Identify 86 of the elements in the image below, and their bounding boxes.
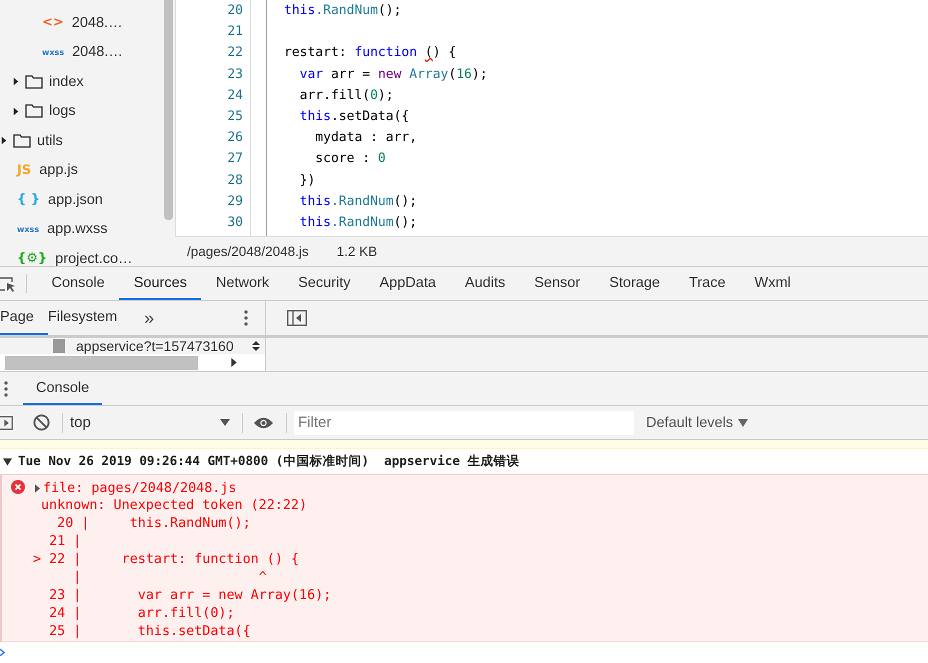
context-dropdown[interactable]: top (70, 414, 230, 431)
code-line: mydata : arr, (314, 130, 418, 146)
filter-field[interactable]: Filter (294, 410, 634, 434)
error-text-line: > 22 | restart: function () { (33, 551, 300, 569)
devtools-tab[interactable]: Audits (450, 267, 520, 300)
error-text-line: 21 | (48, 533, 82, 551)
scrollbar-thumb[interactable] (164, 0, 173, 220)
scroll-right-arrow-icon[interactable] (231, 358, 237, 367)
tree-item[interactable]: app.js (39, 162, 78, 178)
code-line: this.setData({ (298, 108, 410, 124)
devtools-tab[interactable]: AppData (364, 267, 450, 300)
tree-item[interactable]: app.wxss (47, 221, 108, 238)
line-number: 23 (226, 66, 244, 84)
log-levels-dropdown[interactable]: Default levels (640, 414, 754, 432)
code-line: arr.fill(0); (298, 88, 394, 103)
tree-item[interactable]: 2048.… (72, 44, 123, 60)
expand-arrow-icon[interactable] (13, 106, 19, 116)
devtools-tab[interactable]: Storage (594, 267, 674, 300)
code-line: score : 0 (314, 151, 386, 166)
expand-arrow-icon[interactable] (13, 77, 19, 86)
devtools-tab[interactable]: Trace (674, 267, 740, 300)
scrollbar-thumb[interactable] (5, 356, 198, 370)
devtools-tab[interactable]: Security (284, 267, 365, 300)
file-type-icon: wxss (42, 48, 64, 57)
expand-arrow-icon[interactable] (3, 458, 12, 466)
dropdown-arrow-icon (738, 418, 748, 426)
console-prompt-icon[interactable] (0, 648, 5, 656)
line-number: 25 (226, 108, 244, 126)
dropdown-arrow-icon (220, 419, 230, 426)
file-icon (53, 339, 65, 353)
line-number: 27 (226, 150, 244, 168)
inspect-element-icon[interactable] (0, 276, 16, 292)
tree-item[interactable]: 2048.… (72, 14, 123, 31)
folder-icon (25, 104, 43, 118)
folder-icon (13, 134, 31, 148)
error-file-link[interactable]: file: pages/2048/2048.js (43, 480, 236, 496)
file-path: /pages/2048/2048.js (187, 244, 309, 259)
tree-item[interactable]: utils (37, 132, 63, 149)
line-number: 24 (226, 86, 244, 105)
line-number: 28 (226, 172, 244, 190)
code-line: this.RandNum(); (284, 3, 402, 18)
tree-item[interactable]: app.json (48, 192, 103, 208)
error-text-line: 25 | this.setData({ (48, 623, 252, 641)
code-line: this.RandNum(); (298, 214, 418, 230)
error-text-line: unknown: Unexpected token (22:22) (41, 497, 308, 515)
file-size: 1.2 KB (336, 244, 378, 259)
line-number: 30 (226, 214, 244, 232)
line-number: 29 (226, 192, 244, 211)
expand-arrow-icon[interactable] (1, 136, 7, 146)
code-line: }) (298, 172, 316, 188)
file-type-icon: { } (17, 192, 40, 208)
code-line: restart: function () { (284, 45, 456, 60)
code-line: this.RandNum(); (298, 194, 418, 209)
error-icon (11, 480, 25, 494)
drawer-menu-icon[interactable] (4, 380, 8, 396)
code-line: var arr = new Array(16); (298, 66, 488, 82)
file-type-icon: {⚙} (17, 251, 48, 266)
devtools-tab[interactable]: Sensor (520, 267, 595, 300)
tree-item[interactable]: project.co… (55, 250, 133, 266)
line-number: 26 (226, 129, 244, 148)
devtools-tab[interactable]: Network (201, 267, 284, 300)
error-text-line: 24 | arr.fill(0); (48, 605, 236, 623)
sidebar-toggle-icon[interactable] (0, 414, 14, 430)
error-text-line: | ^ (72, 569, 268, 587)
error-text-line: 20 | this.RandNum(); (56, 515, 252, 533)
file-type-icon: <> (42, 15, 64, 30)
navigator-tab[interactable]: Filesystem (48, 301, 130, 335)
expand-arrow-icon[interactable] (35, 484, 40, 492)
clear-console-icon[interactable] (33, 414, 50, 431)
folder-icon (25, 74, 43, 89)
devtools-tab[interactable]: Console (37, 267, 120, 300)
sort-arrows-icon[interactable] (252, 340, 260, 352)
line-number: 21 (226, 23, 244, 42)
file-type-icon: wxss (17, 224, 40, 234)
line-number: 22 (226, 44, 244, 62)
more-tabs-button[interactable]: » (138, 301, 160, 335)
file-type-icon: JS (17, 162, 32, 178)
tree-item[interactable]: index (49, 74, 84, 90)
tree-item[interactable]: logs (49, 103, 76, 120)
error-text-line: 23 | var arr = new Array(16); (48, 587, 332, 605)
devtools-tab[interactable]: Wxml (740, 267, 806, 300)
panel-toggle-icon[interactable] (287, 310, 307, 326)
more-options-icon[interactable] (244, 310, 248, 326)
console-group-header[interactable]: Tue Nov 26 2019 09:26:44 GMT+0800 (中国标准时间) appservice 生成错误 (18, 453, 520, 470)
eye-icon[interactable] (253, 416, 274, 430)
line-number: 20 (226, 2, 244, 20)
